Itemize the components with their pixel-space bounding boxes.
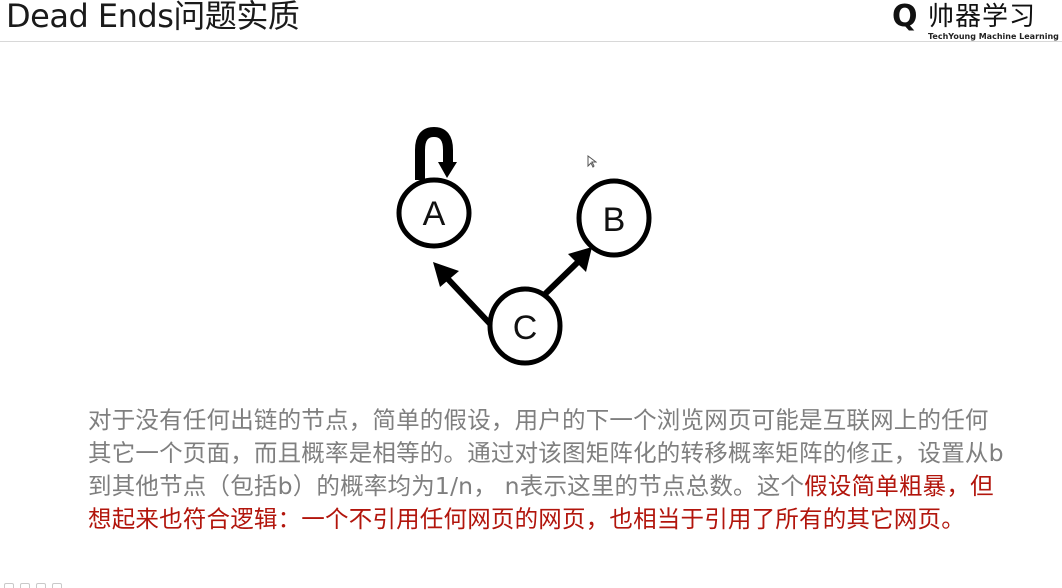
pen-tool-icon[interactable]: [20, 583, 30, 588]
prev-slide-icon[interactable]: [4, 583, 14, 588]
node-c: C: [487, 286, 563, 366]
edge-c-to-a: [433, 262, 496, 330]
graph-diagram: A B C: [396, 126, 652, 366]
node-c-label: C: [513, 309, 538, 347]
node-b-label: B: [603, 201, 626, 239]
edge-c-to-b: [540, 247, 592, 299]
mouse-cursor-icon: [587, 155, 597, 168]
edge-a-self-loop: [415, 126, 457, 180]
node-a-label: A: [423, 195, 446, 233]
node-a: A: [396, 177, 472, 249]
menu-icon[interactable]: [52, 583, 62, 588]
node-b: B: [576, 178, 652, 258]
zoom-icon[interactable]: [36, 583, 46, 588]
body-paragraph: 对于没有任何出链的节点，简单的假设，用户的下一个浏览网页可能是互联网上的任何其它…: [88, 404, 1008, 536]
presentation-controls[interactable]: [4, 578, 124, 588]
slide: Dead Ends问题实质 Q 帅器学习 TechYoung Machine L…: [0, 0, 1062, 588]
